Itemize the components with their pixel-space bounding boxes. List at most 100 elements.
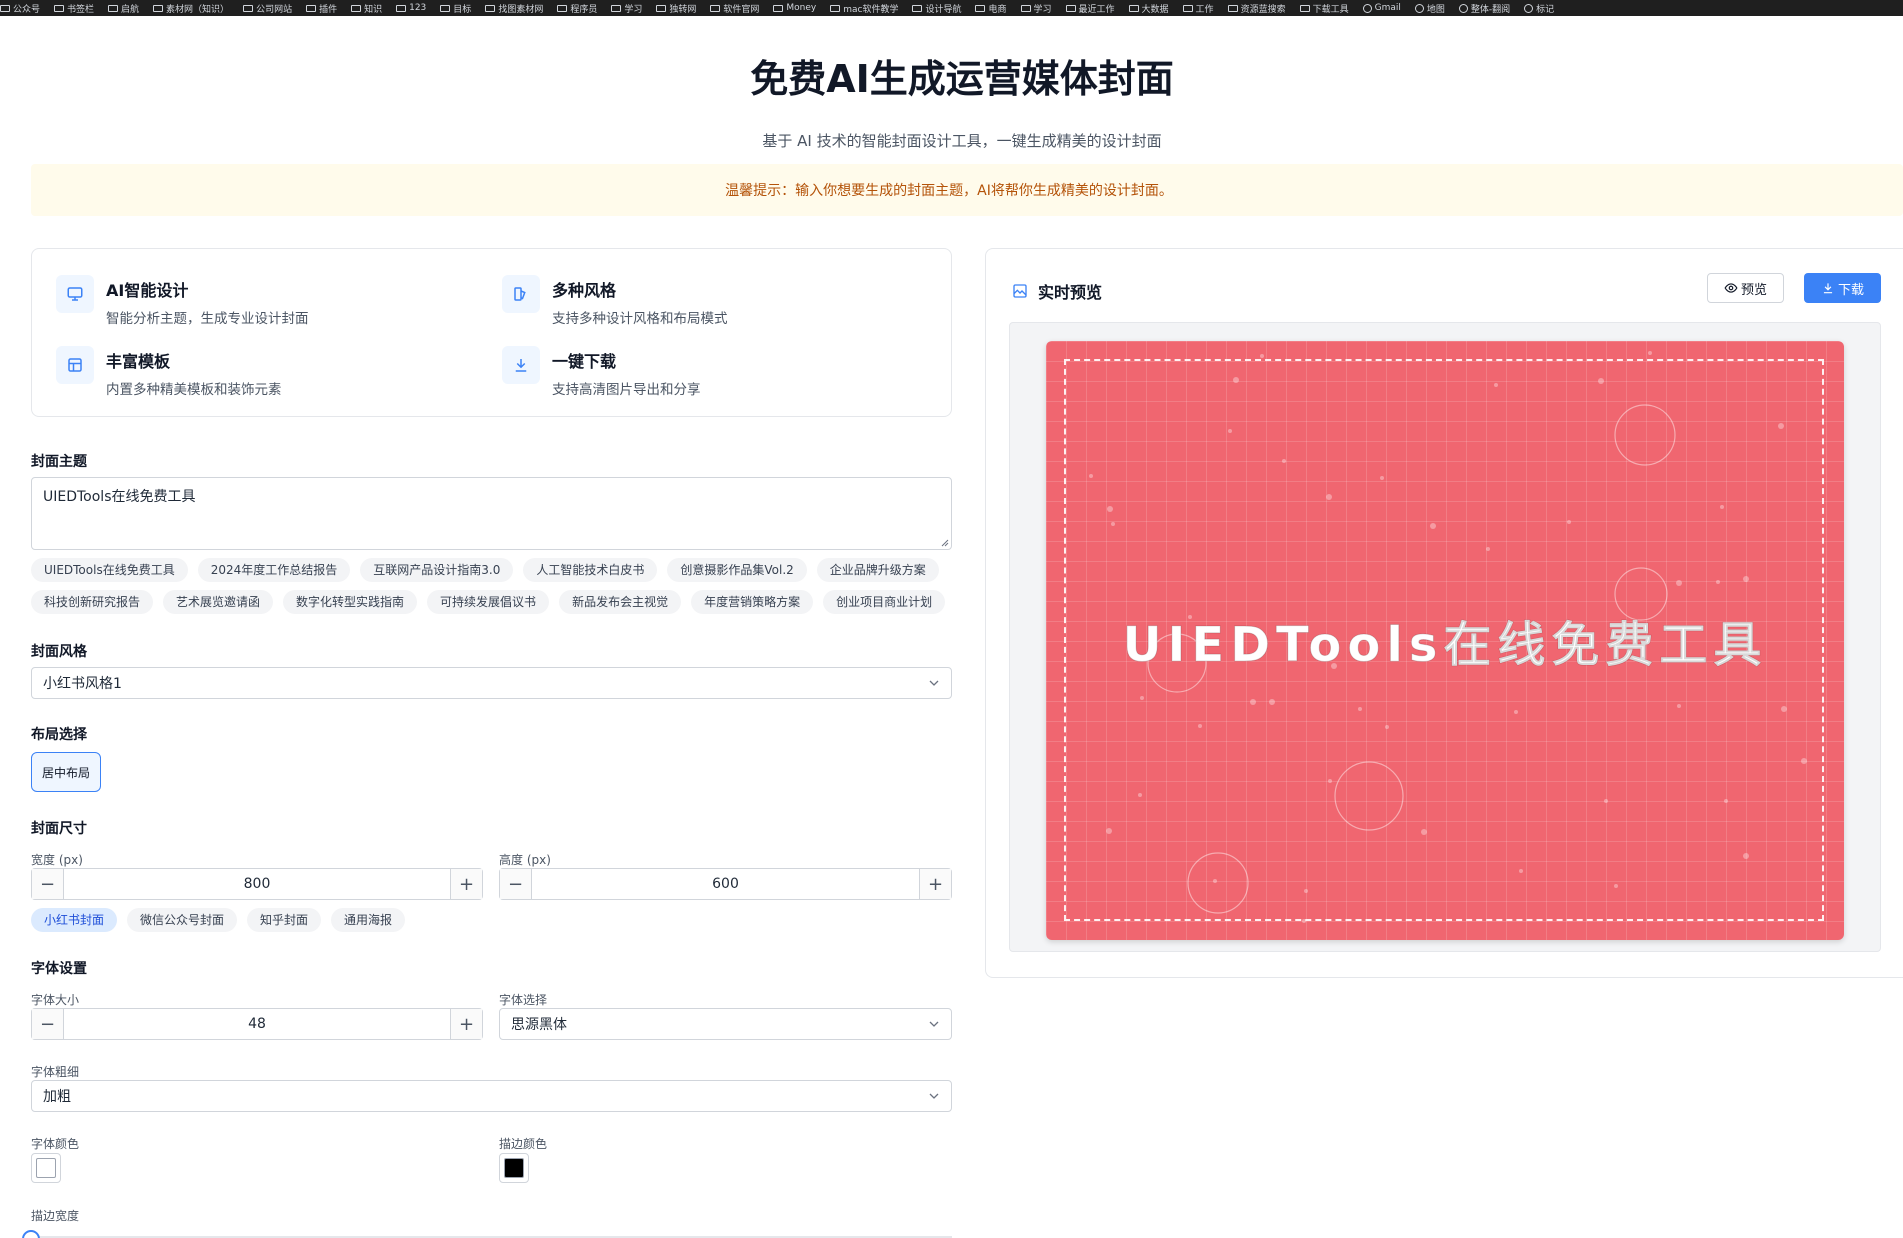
bookmark-label: 目标 bbox=[453, 4, 472, 15]
bookmark-label: 最近工作 bbox=[1078, 4, 1115, 15]
stroke-width-slider-handle[interactable] bbox=[22, 1230, 40, 1238]
download-button[interactable]: 下载 bbox=[1804, 273, 1881, 303]
size-preset-chip[interactable]: 小红书封面 bbox=[31, 908, 118, 932]
font-weight-value: 加粗 bbox=[43, 1089, 71, 1105]
bookmark-item[interactable]: 书签栏 bbox=[54, 2, 94, 15]
bookmark-item[interactable]: 插件 bbox=[306, 2, 338, 15]
bookmark-item[interactable]: 学习 bbox=[1020, 2, 1052, 15]
layout-option-center[interactable]: 居中布局 bbox=[31, 752, 101, 792]
bookmark-label: 123 bbox=[409, 3, 427, 13]
bookmark-label: 插件 bbox=[319, 4, 338, 15]
width-value[interactable]: 800 bbox=[64, 869, 450, 899]
bookmark-label: 下载工具 bbox=[1312, 4, 1349, 15]
bookmark-item[interactable]: 素材网（知识） bbox=[153, 2, 230, 15]
topic-suggestion-chip[interactable]: 科技创新研究报告 bbox=[31, 590, 154, 614]
bookmark-item[interactable]: 最近工作 bbox=[1065, 2, 1115, 15]
bookmark-item[interactable]: 软件官网 bbox=[710, 2, 759, 15]
preview-button[interactable]: 预览 bbox=[1707, 273, 1784, 303]
bookmark-item[interactable]: 学习 bbox=[611, 2, 642, 15]
height-stepper[interactable]: − 600 + bbox=[499, 868, 952, 900]
font-weight-select[interactable]: 加粗 bbox=[31, 1080, 952, 1112]
font-size-value[interactable]: 48 bbox=[64, 1009, 450, 1039]
folder-icon bbox=[1227, 4, 1238, 12]
palette-icon bbox=[502, 275, 540, 313]
bookmark-item[interactable]: 资源蓝搜索 bbox=[1227, 2, 1286, 15]
resize-grip-icon[interactable] bbox=[939, 537, 949, 547]
bookmark-item[interactable]: 地图 bbox=[1414, 2, 1445, 15]
width-decrement-button[interactable]: − bbox=[32, 869, 64, 899]
folder-icon bbox=[710, 4, 721, 12]
font-family-select[interactable]: 思源黑体 bbox=[499, 1008, 952, 1040]
topic-suggestion-chip[interactable]: UIEDTools在线免费工具 bbox=[31, 558, 188, 582]
topic-suggestion-chip[interactable]: 艺术展览邀请函 bbox=[163, 590, 274, 614]
folder-icon bbox=[0, 4, 10, 12]
stroke-color-swatch bbox=[504, 1158, 524, 1178]
chevron-down-icon bbox=[929, 680, 939, 686]
image-icon bbox=[1013, 284, 1027, 298]
page-subtitle: 基于 AI 技术的智能封面设计工具，一键生成精美的设计封面 bbox=[762, 132, 1162, 150]
chevron-down-icon bbox=[929, 1093, 939, 1099]
bookmark-item[interactable]: 目标 bbox=[440, 2, 472, 15]
folder-icon bbox=[975, 4, 986, 12]
height-increment-button[interactable]: + bbox=[919, 869, 951, 899]
bookmark-item[interactable]: Money bbox=[773, 2, 816, 14]
topic-suggestion-chip[interactable]: 2024年度工作总结报告 bbox=[197, 558, 351, 582]
download-button-label: 下载 bbox=[1837, 282, 1864, 298]
bookmark-item[interactable]: mac软件教学 bbox=[830, 2, 898, 15]
height-label: 高度 (px) bbox=[499, 853, 551, 867]
bookmark-item[interactable]: 工作 bbox=[1182, 2, 1214, 15]
bookmark-label: 启航 bbox=[121, 4, 140, 15]
topic-suggestion-chip[interactable]: 新品发布会主视觉 bbox=[559, 590, 682, 614]
bookmark-label: 整体-翻阅 bbox=[1470, 4, 1511, 15]
preview-title: 实时预览 bbox=[1038, 283, 1103, 302]
feature-download: 一键下载 支持高清图片导出和分享 bbox=[502, 346, 701, 398]
topic-suggestion-chip[interactable]: 企业品牌升级方案 bbox=[816, 558, 939, 582]
bookmark-item[interactable]: Gmail bbox=[1362, 2, 1401, 14]
bookmark-item[interactable]: 下载工具 bbox=[1299, 2, 1349, 15]
font-size-increment-button[interactable]: + bbox=[450, 1009, 482, 1039]
topic-textarea[interactable]: UIEDTools在线免费工具 bbox=[31, 477, 952, 550]
stroke-color-picker[interactable] bbox=[499, 1153, 529, 1183]
download-icon bbox=[1823, 283, 1833, 294]
font-color-picker[interactable] bbox=[31, 1153, 61, 1183]
topic-suggestion-chip[interactable]: 创意摄影作品集Vol.2 bbox=[667, 558, 807, 582]
bookmark-item[interactable]: 知识 bbox=[351, 2, 383, 15]
size-preset-chip[interactable]: 知乎封面 bbox=[247, 908, 322, 932]
bookmark-item[interactable]: 启航 bbox=[108, 2, 140, 15]
font-size-stepper[interactable]: − 48 + bbox=[31, 1008, 483, 1040]
topic-suggestion-chip[interactable]: 互联网产品设计指南3.0 bbox=[360, 558, 514, 582]
bookmark-label: 知识 bbox=[364, 4, 383, 15]
size-preset-chip[interactable]: 微信公众号封面 bbox=[127, 908, 238, 932]
topic-suggestion-chip[interactable]: 数字化转型实践指南 bbox=[283, 590, 418, 614]
bookmark-item[interactable]: 公司网站 bbox=[243, 2, 293, 15]
width-increment-button[interactable]: + bbox=[450, 869, 482, 899]
bookmark-item[interactable]: 找图素材网 bbox=[485, 2, 543, 15]
features-card: AI智能设计 智能分析主题，生成专业设计封面 多种风格 支持多种设计风格和布局模… bbox=[31, 248, 952, 417]
height-decrement-button[interactable]: − bbox=[500, 869, 532, 899]
style-select[interactable]: 小红书风格1 bbox=[31, 667, 952, 699]
topic-suggestion-chip[interactable]: 可持续发展倡议书 bbox=[427, 590, 550, 614]
topic-suggestions-row2: 科技创新研究报告 艺术展览邀请函 数字化转型实践指南 可持续发展倡议书 新品发布会主视觉… bbox=[31, 590, 946, 614]
bookmark-item[interactable]: 程序员 bbox=[557, 2, 597, 15]
font-settings-label: 字体设置 bbox=[31, 961, 87, 977]
bookmark-label: 素材网（知识） bbox=[166, 4, 230, 15]
height-value[interactable]: 600 bbox=[532, 869, 919, 899]
bookmark-label: 电商 bbox=[988, 4, 1007, 15]
bookmark-item[interactable]: 大数据 bbox=[1128, 2, 1169, 15]
bookmark-item[interactable]: 公众号 bbox=[0, 2, 40, 15]
bookmark-item[interactable]: 设计导航 bbox=[912, 2, 961, 15]
bookmark-item[interactable]: 电商 bbox=[975, 2, 1007, 15]
topic-suggestion-chip[interactable]: 人工智能技术白皮书 bbox=[523, 558, 658, 582]
topic-suggestion-chip[interactable]: 创业项目商业计划 bbox=[823, 590, 946, 614]
topic-suggestion-chip[interactable]: 年度营销策略方案 bbox=[691, 590, 814, 614]
bookmark-item[interactable]: 独转网 bbox=[656, 2, 696, 15]
bookmark-item[interactable]: 标记 bbox=[1524, 2, 1554, 15]
bookmark-item[interactable]: 123 bbox=[396, 2, 426, 14]
layout-label: 布局选择 bbox=[31, 727, 87, 743]
bookmark-label: 公司网站 bbox=[256, 4, 293, 15]
font-size-decrement-button[interactable]: − bbox=[32, 1009, 64, 1039]
width-stepper[interactable]: − 800 + bbox=[31, 868, 483, 900]
topic-suggestions-row1: UIEDTools在线免费工具 2024年度工作总结报告 互联网产品设计指南3.0 人… bbox=[31, 558, 939, 582]
bookmark-item[interactable]: 整体-翻阅 bbox=[1458, 2, 1511, 15]
size-preset-chip[interactable]: 通用海报 bbox=[331, 908, 406, 932]
